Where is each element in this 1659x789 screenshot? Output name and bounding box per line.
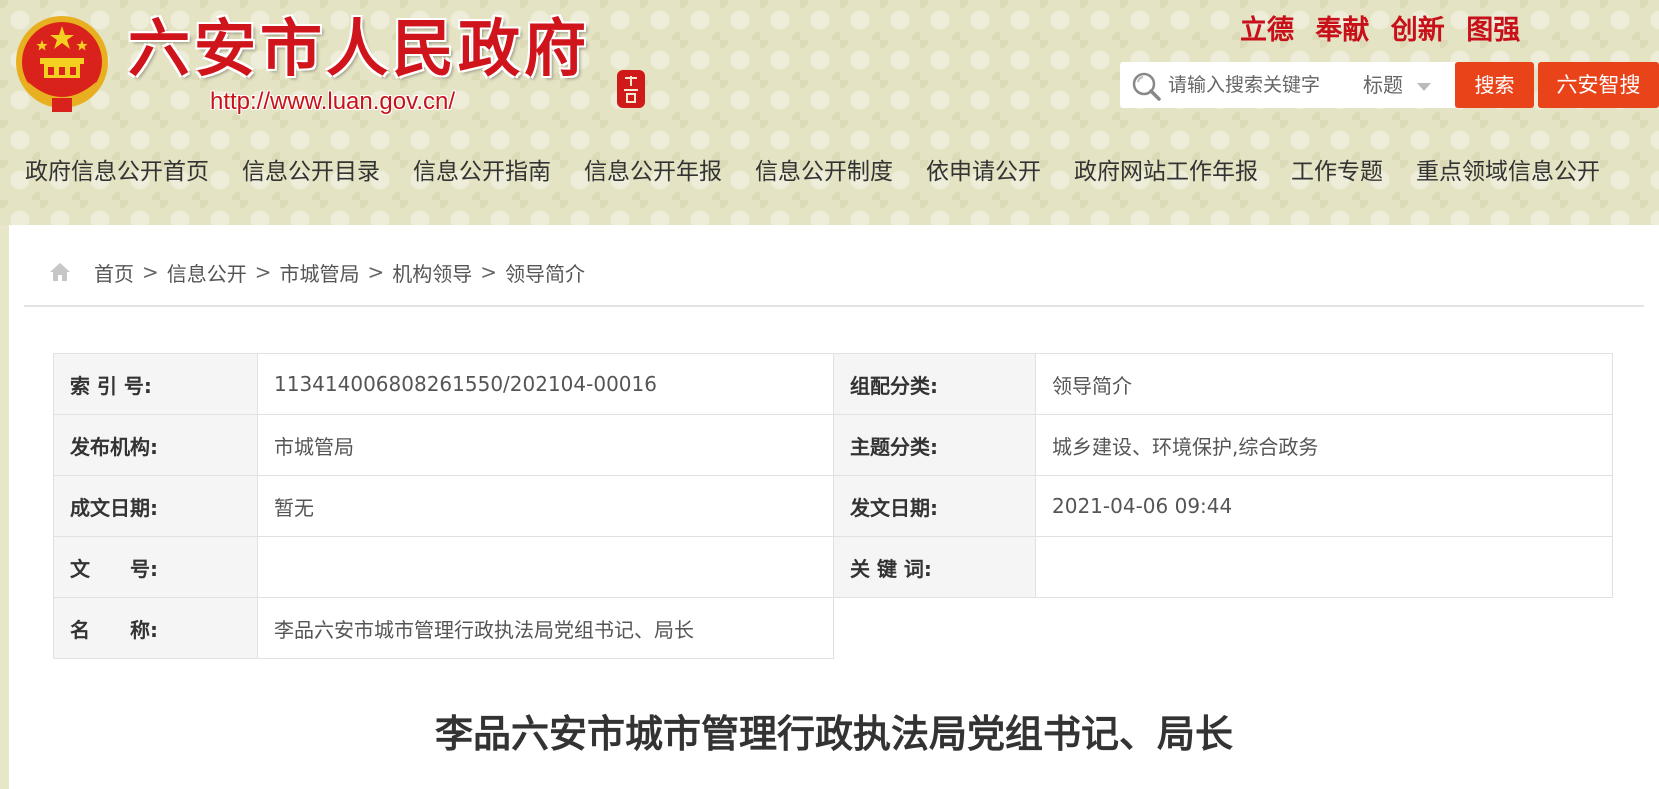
site-header: 六安市人民政府 http://www.luan.gov.cn/ 立德 奉献 创新… <box>0 0 1659 140</box>
national-emblem-icon[interactable] <box>12 12 112 116</box>
breadcrumb-separator: > <box>367 260 385 284</box>
publisher-label: 发布机构: <box>53 414 258 476</box>
table-row: 名 称: 李品六安市城市管理行政执法局党组书记、局长 <box>53 597 1613 659</box>
index-number-value: 113414006808261550/202104-00016 <box>257 353 834 415</box>
created-date-value: 暂无 <box>257 475 834 537</box>
breadcrumb: 首页 > 信息公开 > 市城管局 > 机构领导 > 领导简介 <box>48 257 585 287</box>
search-box: 标题 <box>1120 62 1455 108</box>
breadcrumb-leader-profile[interactable]: 领导简介 <box>505 258 585 287</box>
red-seal-icon <box>617 70 645 108</box>
created-date-label: 成文日期: <box>53 475 258 537</box>
doc-number-value <box>257 536 834 598</box>
nav-item-key-areas[interactable]: 重点领域信息公开 <box>1391 148 1608 196</box>
index-number-label: 索 引 号: <box>53 353 258 415</box>
empty-cell <box>833 597 1613 659</box>
breadcrumb-divider <box>24 305 1644 307</box>
breadcrumb-separator: > <box>254 260 272 284</box>
breadcrumb-city-bureau[interactable]: 市城管局 <box>280 258 360 287</box>
motto-slogan: 立德 奉献 创新 图强 <box>1240 15 1521 46</box>
breadcrumb-separator: > <box>480 260 498 284</box>
table-row: 索 引 号: 113414006808261550/202104-00016 组… <box>53 353 1613 415</box>
site-title[interactable]: 六安市人民政府 <box>128 14 590 84</box>
site-url[interactable]: http://www.luan.gov.cn/ <box>210 88 455 116</box>
search-scope-label: 标题 <box>1363 73 1403 97</box>
name-label: 名 称: <box>53 597 258 659</box>
name-value: 李品六安市城市管理行政执法局党组书记、局长 <box>257 597 834 659</box>
nav-item-catalog[interactable]: 信息公开目录 <box>217 148 388 196</box>
nav-item-regulations[interactable]: 信息公开制度 <box>730 148 901 196</box>
search-scope-select[interactable]: 标题 <box>1363 70 1431 100</box>
table-row: 文 号: 关 键 词: <box>53 536 1613 598</box>
category-value: 领导简介 <box>1035 353 1613 415</box>
search-input[interactable] <box>1168 68 1343 102</box>
nav-item-website-report[interactable]: 政府网站工作年报 <box>1049 148 1266 196</box>
nav-item-annual-report[interactable]: 信息公开年报 <box>559 148 730 196</box>
search-icon <box>1132 72 1161 101</box>
main-content: 首页 > 信息公开 > 市城管局 > 机构领导 > 领导简介 索 引 号: 11… <box>9 225 1659 789</box>
chevron-down-icon <box>1417 82 1431 91</box>
breadcrumb-leaders[interactable]: 机构领导 <box>392 258 472 287</box>
home-icon[interactable] <box>48 261 72 283</box>
topic-value: 城乡建设、环境保护,综合政务 <box>1035 414 1613 476</box>
publisher-value: 市城管局 <box>257 414 834 476</box>
keywords-value <box>1035 536 1613 598</box>
table-row: 发布机构: 市城管局 主题分类: 城乡建设、环境保护,综合政务 <box>53 414 1613 476</box>
search-button[interactable]: 搜索 <box>1455 62 1534 108</box>
nav-item-topics[interactable]: 工作专题 <box>1266 148 1391 196</box>
doc-number-label: 文 号: <box>53 536 258 598</box>
nav-item-home[interactable]: 政府信息公开首页 <box>0 148 217 196</box>
category-label: 组配分类: <box>833 353 1036 415</box>
table-row: 成文日期: 暂无 发文日期: 2021-04-06 09:44 <box>53 475 1613 537</box>
breadcrumb-home[interactable]: 首页 <box>94 258 134 287</box>
nav-item-guide[interactable]: 信息公开指南 <box>388 148 559 196</box>
breadcrumb-info-public[interactable]: 信息公开 <box>167 258 247 287</box>
published-date-value: 2021-04-06 09:44 <box>1035 475 1613 537</box>
keywords-label: 关 键 词: <box>833 536 1036 598</box>
document-metadata-table: 索 引 号: 113414006808261550/202104-00016 组… <box>53 353 1613 659</box>
published-date-label: 发文日期: <box>833 475 1036 537</box>
article-title: 李品六安市城市管理行政执法局党组书记、局长 <box>434 712 1233 756</box>
smart-search-button[interactable]: 六安智搜 <box>1538 62 1659 108</box>
nav-item-on-request[interactable]: 依申请公开 <box>901 148 1049 196</box>
topic-label: 主题分类: <box>833 414 1036 476</box>
main-nav: 政府信息公开首页 信息公开目录 信息公开指南 信息公开年报 信息公开制度 依申请… <box>0 148 1659 196</box>
breadcrumb-separator: > <box>142 260 159 284</box>
